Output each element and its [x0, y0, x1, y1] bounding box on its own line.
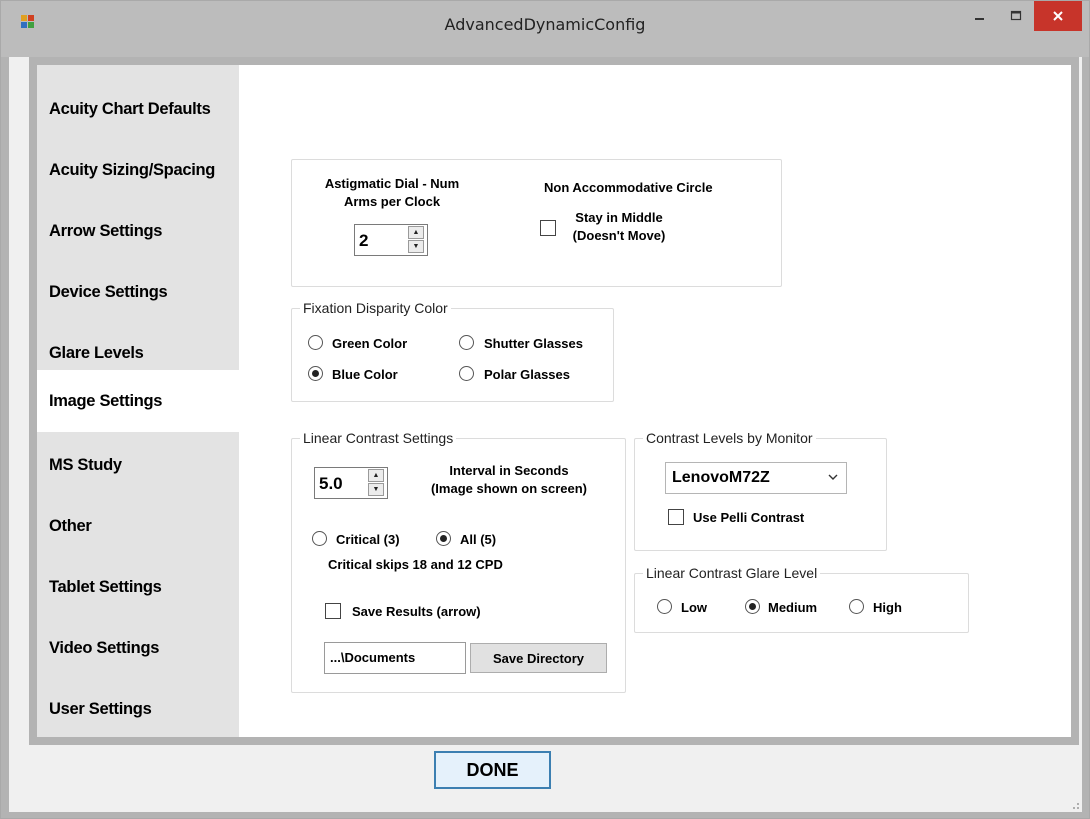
tab-acuity-sizing-spacing[interactable]: Acuity Sizing/Spacing [37, 140, 239, 200]
glare-high-radio[interactable] [849, 599, 864, 614]
title-bar[interactable]: AdvancedDynamicConfig [1, 1, 1089, 57]
monitor-contrast-group: Contrast Levels by Monitor LenovoM72Z Us… [634, 430, 887, 551]
linear-contrast-group: Linear Contrast Settings 5.0 ▲ ▼ Interva… [291, 430, 626, 693]
glare-medium-label: Medium [768, 600, 818, 615]
minimize-icon [975, 18, 984, 20]
spin-up-icon[interactable]: ▲ [368, 469, 384, 482]
glare-high-label: High [873, 600, 902, 615]
all-label: All (5) [460, 532, 497, 547]
tab-arrow-settings[interactable]: Arrow Settings [37, 201, 239, 261]
glare-low-label: Low [681, 600, 707, 615]
stay-in-middle-checkbox[interactable] [540, 220, 556, 236]
tab-tablet-settings[interactable]: Tablet Settings [37, 557, 239, 617]
minimize-button[interactable] [963, 1, 997, 31]
maximize-icon [1010, 10, 1022, 21]
maximize-button[interactable] [999, 1, 1033, 31]
tab-list: Acuity Chart Defaults Acuity Sizing/Spac… [37, 65, 239, 737]
glare-medium-radio[interactable] [745, 599, 760, 614]
green-color-label: Green Color [332, 336, 408, 351]
stay-label-line2: (Doesn't Move) [572, 228, 666, 243]
interval-value: 5.0 [319, 474, 343, 493]
pelli-contrast-label: Use Pelli Contrast [693, 510, 805, 525]
astig-arms-value: 2 [359, 231, 369, 250]
astig-arms-stepper[interactable]: 2 ▲ ▼ [354, 224, 428, 256]
glare-level-group: Linear Contrast Glare Level Low Medium H… [634, 565, 969, 633]
green-color-radio[interactable] [308, 335, 323, 350]
done-button[interactable]: DONE [434, 751, 551, 789]
spin-down-icon[interactable]: ▼ [368, 483, 384, 496]
app-window: AdvancedDynamicConfig Acuity Chart Defau… [0, 0, 1090, 819]
tab-device-settings[interactable]: Device Settings [37, 262, 239, 322]
linear-contrast-title: Linear Contrast Settings [300, 430, 457, 446]
glare-level-title: Linear Contrast Glare Level [643, 565, 821, 581]
save-directory-button[interactable]: Save Directory [470, 643, 607, 673]
fixation-group: Fixation Disparity Color Green Color Shu… [291, 300, 614, 402]
image-settings-panel: Astigmatic Dial - Num Arms per Clock 2 ▲… [239, 65, 1071, 737]
monitor-contrast-title: Contrast Levels by Monitor [643, 430, 816, 446]
blue-color-label: Blue Color [332, 367, 398, 382]
resize-grip-icon[interactable] [1068, 798, 1080, 810]
close-button[interactable] [1034, 1, 1082, 31]
spin-down-icon[interactable]: ▼ [408, 240, 424, 253]
tab-image-settings[interactable]: Image Settings [37, 370, 239, 432]
tab-ms-study[interactable]: MS Study [37, 435, 239, 495]
interval-label-line2: (Image shown on screen) [430, 481, 588, 496]
shutter-glasses-radio[interactable] [459, 335, 474, 350]
polar-glasses-label: Polar Glasses [484, 367, 570, 382]
astig-label-line2: Arms per Clock [343, 194, 441, 209]
chevron-down-icon [828, 471, 838, 485]
save-results-label: Save Results (arrow) [352, 604, 481, 619]
polar-glasses-radio[interactable] [459, 366, 474, 381]
window-title: AdvancedDynamicConfig [444, 15, 646, 34]
astig-label-line1: Astigmatic Dial - Num [324, 176, 460, 191]
astig-spin-buttons: ▲ ▼ [408, 226, 426, 254]
tab-user-settings[interactable]: User Settings [37, 679, 239, 739]
interval-stepper[interactable]: 5.0 ▲ ▼ [314, 467, 388, 499]
monitor-select[interactable]: LenovoM72Z [665, 462, 847, 494]
critical-label: Critical (3) [336, 532, 400, 547]
all-radio[interactable] [436, 531, 451, 546]
critical-radio[interactable] [312, 531, 327, 546]
interval-label-line1: Interval in Seconds [449, 463, 569, 478]
spin-up-icon[interactable]: ▲ [408, 226, 424, 239]
tab-video-settings[interactable]: Video Settings [37, 618, 239, 678]
blue-color-radio[interactable] [308, 366, 323, 381]
astigmatic-group: Astigmatic Dial - Num Arms per Clock 2 ▲… [291, 159, 782, 287]
shutter-glasses-label: Shutter Glasses [484, 336, 583, 351]
client-area: Acuity Chart Defaults Acuity Sizing/Spac… [9, 57, 1082, 812]
tab-acuity-chart-defaults[interactable]: Acuity Chart Defaults [37, 79, 239, 139]
save-directory-field[interactable]: ...\Documents [324, 642, 466, 674]
fixation-title: Fixation Disparity Color [300, 300, 451, 316]
glare-low-radio[interactable] [657, 599, 672, 614]
stay-label-line1: Stay in Middle [575, 210, 663, 225]
monitor-select-value: LenovoM72Z [672, 469, 770, 486]
critical-note: Critical skips 18 and 12 CPD [328, 557, 503, 572]
interval-spin-buttons: ▲ ▼ [368, 469, 386, 497]
tab-other[interactable]: Other [37, 496, 239, 556]
non-accom-title: Non Accommodative Circle [544, 180, 713, 195]
pelli-contrast-checkbox[interactable] [668, 509, 684, 525]
close-icon [1053, 11, 1063, 21]
save-results-checkbox[interactable] [325, 603, 341, 619]
